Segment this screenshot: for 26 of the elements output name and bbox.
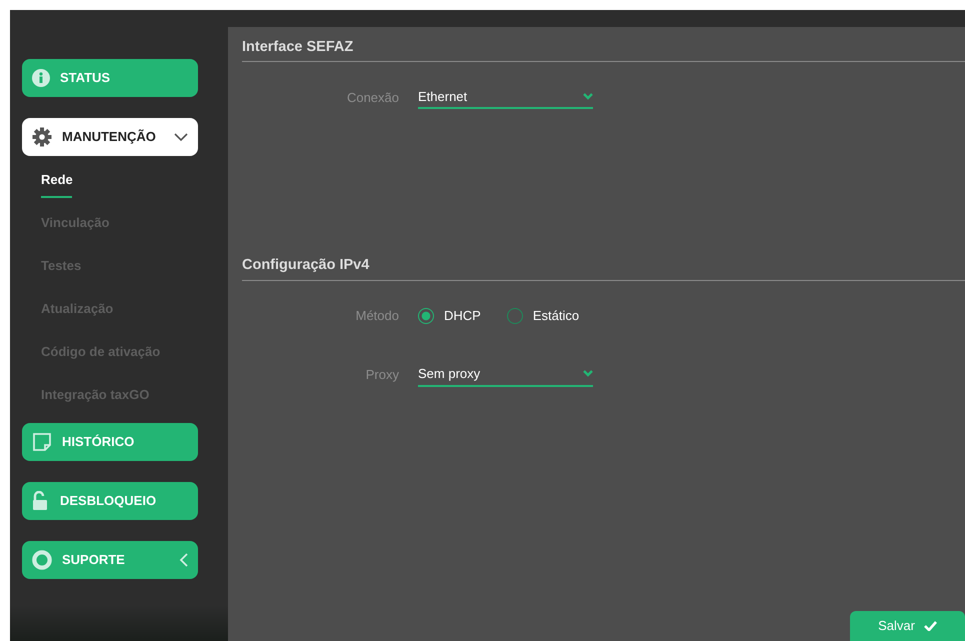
checkmark-icon [924,621,937,631]
radio-button[interactable] [418,308,434,324]
lifebuoy-icon [32,550,52,570]
sidebar-menu-button[interactable]: STATUS [22,59,198,97]
field-label: Conexão [346,88,400,107]
unlocked-padlock-icon [32,491,50,511]
radio-label: Estático [532,307,580,326]
save-button[interactable]: Salvar [850,611,965,641]
chevron-down-icon [583,92,593,100]
submenu-item[interactable]: Rede [41,170,73,213]
sidebar-menu-button[interactable]: SUPORTE [22,541,198,579]
gear-icon [32,127,52,147]
sidebar-menu-button[interactable]: HISTÓRICO [22,423,198,461]
sidebar-menu-button[interactable]: MANUTENÇÃO [22,118,198,156]
radio-button[interactable] [506,308,523,324]
chevron-down-icon [583,370,593,378]
field-label: Método [354,307,400,326]
radio-label: DHCP [444,307,481,326]
field-label: Proxy [364,366,400,384]
sidebar-menu-button[interactable]: DESBLOQUEIO [22,482,198,520]
dropdown-field[interactable]: Sem proxy [418,362,593,387]
section-title: Configuração IPv4 [242,257,965,281]
note-icon [32,432,52,452]
info-icon [32,69,50,87]
section-title: Interface SEFAZ [242,39,965,62]
dropdown-field[interactable]: Ethernet [418,85,593,110]
